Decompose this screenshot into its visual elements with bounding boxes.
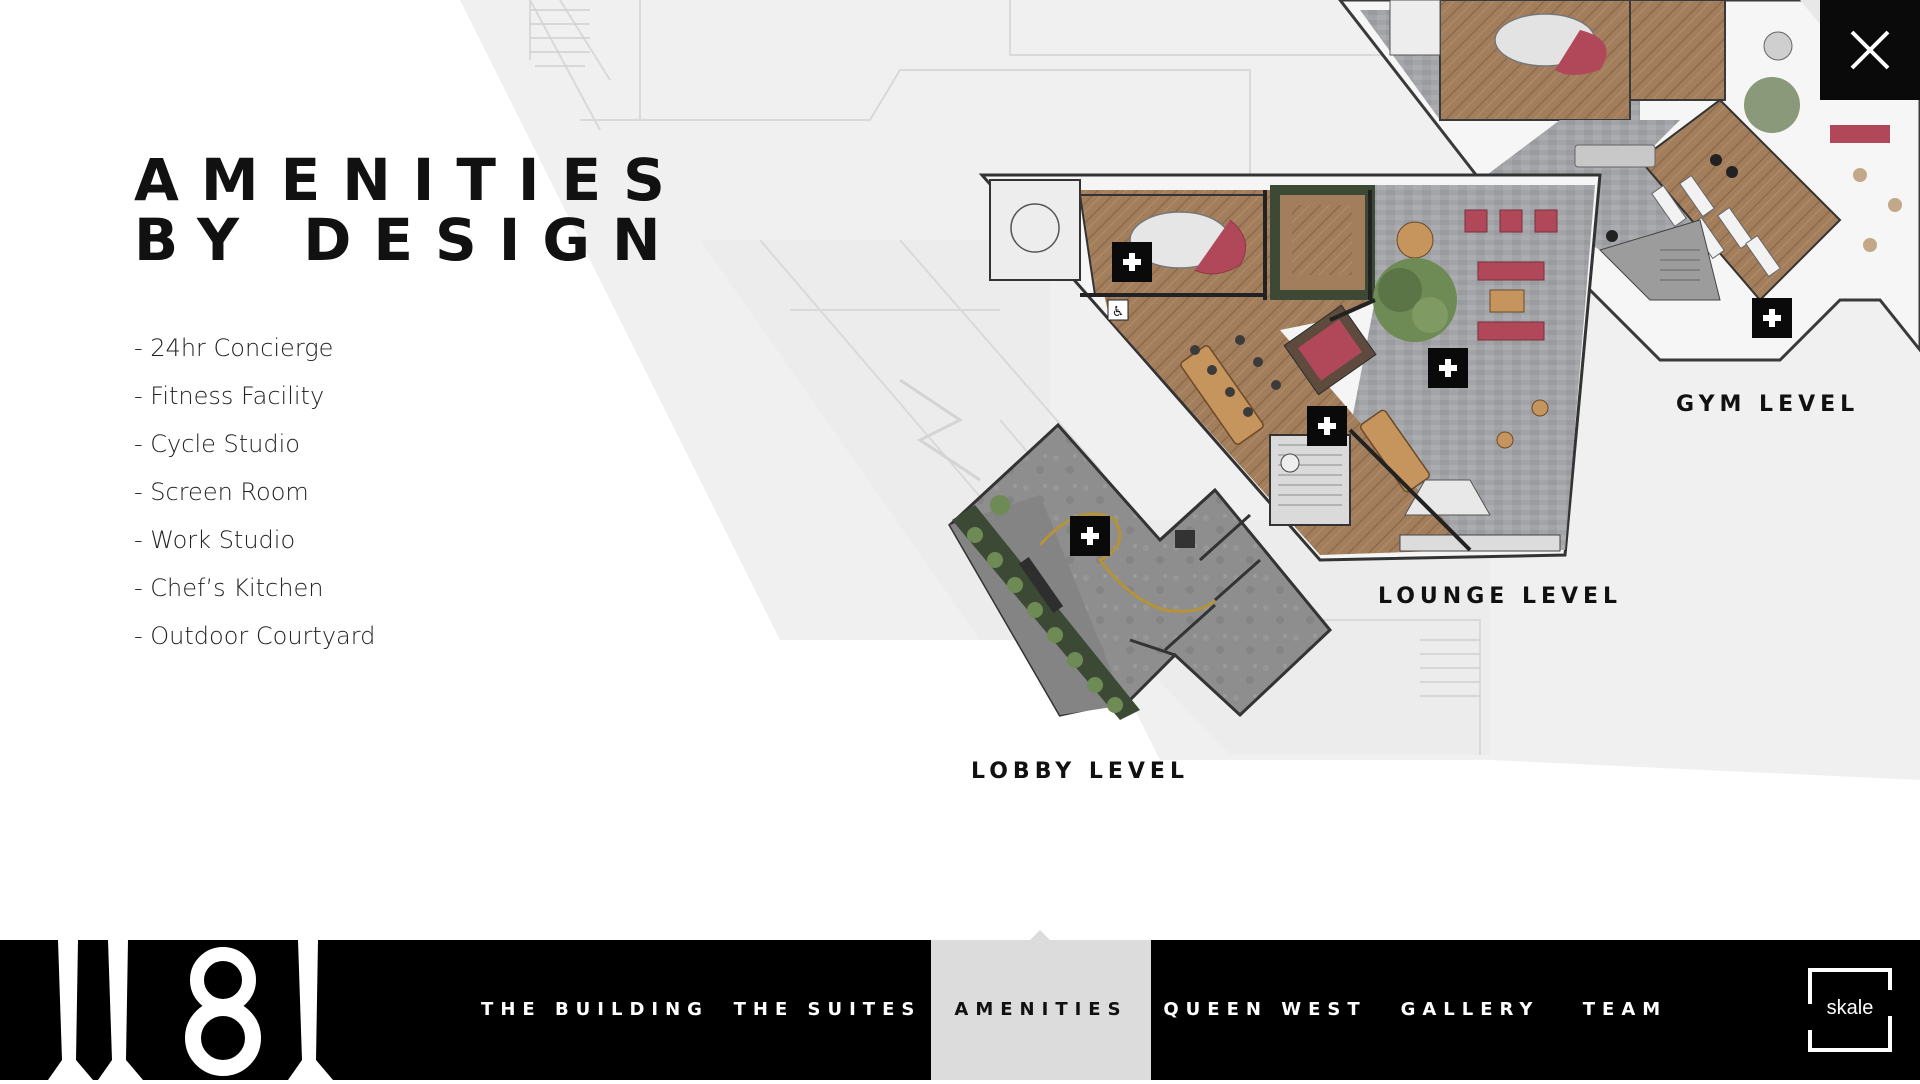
amenity-list: - 24hr Concierge - Fitness Facility - Cy…	[134, 330, 375, 666]
nav-item-queen-west[interactable]: QUEEN WEST	[1160, 940, 1370, 1080]
gym-level-label: GYM LEVEL	[1676, 392, 1860, 417]
amenity-item-chefs-kitchen: - Chef’s Kitchen	[134, 574, 324, 602]
skale-logo[interactable]: skale	[1808, 968, 1892, 1052]
brand-logo-1181[interactable]	[48, 940, 348, 1080]
nav-item-team[interactable]: TEAM	[1570, 940, 1680, 1080]
nav-item-amenities[interactable]: AMENITIES	[931, 940, 1151, 1080]
amenity-item-fitness: - Fitness Facility	[134, 382, 325, 410]
svg-text:♿: ♿	[1112, 304, 1125, 320]
nav-active-pointer	[1030, 930, 1050, 940]
plus-marker-icon-lounge[interactable]	[1112, 242, 1152, 282]
plus-marker-icon-work-studio[interactable]	[1307, 406, 1347, 446]
lobby-level-label: LOBBY LEVEL	[971, 759, 1189, 784]
close-icon	[1850, 30, 1890, 70]
page-title-line-1: AMENITIES	[134, 146, 687, 214]
plus-marker-icon-lounge-bar[interactable]	[1428, 348, 1468, 388]
amenity-item-cycle-studio: - Cycle Studio	[134, 430, 300, 458]
nav-item-the-suites[interactable]: THE SUITES	[725, 940, 930, 1080]
skale-label: skale	[1826, 997, 1874, 1019]
page-title-line-2: BY DESIGN	[134, 206, 683, 274]
plus-marker-icon-gym[interactable]	[1752, 298, 1792, 338]
logo-1181-icon	[48, 940, 333, 1080]
main-nav: THE BUILDING THE SUITES AMENITIES QUEEN …	[0, 940, 1920, 1080]
lounge-level-label: LOUNGE LEVEL	[1378, 584, 1623, 609]
page-title: AMENITIES BY DESIGN	[134, 150, 687, 270]
nav-item-the-building[interactable]: THE BUILDING	[480, 940, 710, 1080]
amenity-item-concierge: - 24hr Concierge	[134, 334, 334, 362]
plus-marker-icon-lobby[interactable]	[1070, 516, 1110, 556]
amenity-item-work-studio: - Work Studio	[134, 526, 296, 554]
amenity-item-screen-room: - Screen Room	[134, 478, 309, 506]
amenity-item-outdoor-courtyard: - Outdoor Courtyard	[134, 622, 376, 650]
close-button[interactable]	[1820, 0, 1920, 100]
nav-item-gallery[interactable]: GALLERY	[1395, 940, 1545, 1080]
